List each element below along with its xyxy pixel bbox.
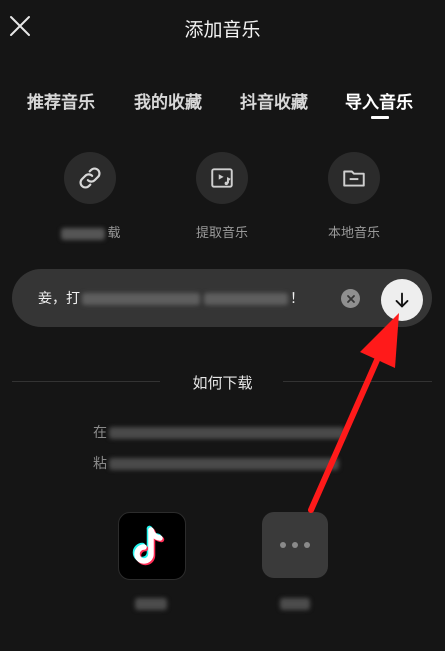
howto-title: 如何下载: [192, 374, 253, 392]
link-tool-circle: [64, 152, 116, 204]
tab-import-music[interactable]: 导入音乐: [345, 88, 413, 113]
redacted-text: [109, 427, 345, 439]
instruction-line-2: 粘: [93, 453, 341, 473]
link-tool-label: 载: [42, 222, 138, 241]
tab-douyin-favorites[interactable]: 抖音收藏: [240, 88, 308, 113]
paste-link-input[interactable]: 妾，打！: [12, 269, 432, 327]
extract-tool-circle: [196, 152, 248, 204]
more-icon: [280, 542, 310, 548]
arrow-down-icon: [395, 292, 409, 308]
redacted-text: [280, 598, 310, 610]
extract-music-tool[interactable]: 提取音乐: [174, 152, 270, 241]
page-title: 添加音乐: [184, 19, 261, 41]
active-tab-indicator: [371, 116, 389, 119]
local-music-tool[interactable]: 本地音乐: [306, 152, 402, 241]
video-music-icon: [211, 168, 233, 188]
clear-input-button[interactable]: [341, 289, 360, 308]
redacted-text: [109, 458, 339, 470]
link-download-tool[interactable]: 载: [42, 152, 138, 241]
tab-recommended-music[interactable]: 推荐音乐: [27, 88, 95, 113]
tab-bar: 推荐音乐 我的收藏 抖音收藏 导入音乐: [0, 84, 445, 124]
clear-icon: [346, 294, 355, 303]
extract-tool-label: 提取音乐: [195, 226, 248, 241]
redacted-text: [135, 598, 167, 610]
redacted-text: [82, 293, 200, 305]
redacted-text: [61, 227, 106, 240]
instruction-line-1: 在: [93, 422, 347, 442]
header: 添加音乐: [0, 0, 445, 56]
divider-right: [283, 381, 432, 382]
link-icon: [79, 167, 101, 189]
folder-icon: [343, 170, 365, 187]
local-tool-circle: [328, 152, 380, 204]
more-apps-button[interactable]: [262, 512, 328, 578]
tab-my-favorites[interactable]: 我的收藏: [134, 88, 202, 113]
local-tool-label: 本地音乐: [327, 226, 380, 241]
paste-link-text: 妾，打！: [38, 291, 304, 307]
tiktok-icon: [132, 525, 165, 566]
redacted-text: [204, 293, 288, 305]
download-button[interactable]: [381, 279, 423, 321]
tiktok-app-button[interactable]: [118, 512, 186, 580]
